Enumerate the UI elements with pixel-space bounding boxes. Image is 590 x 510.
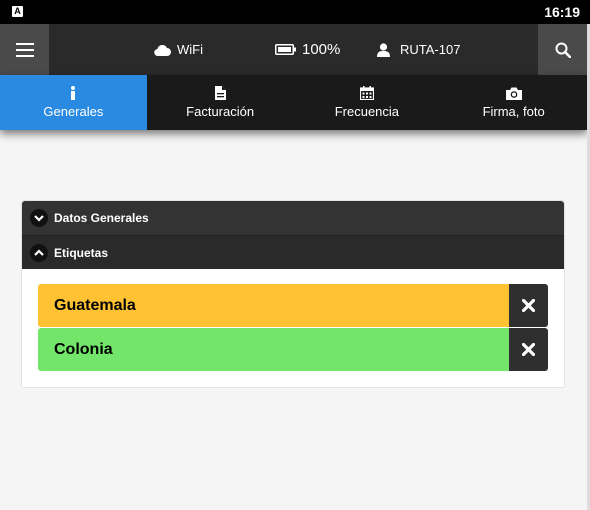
battery-icon xyxy=(275,44,296,55)
remove-tag-button[interactable] xyxy=(509,328,548,371)
user-icon xyxy=(377,42,390,57)
tab-label: Facturación xyxy=(186,104,255,119)
app-notification-icon: A xyxy=(12,6,23,17)
info-icon xyxy=(71,86,76,100)
search-icon xyxy=(555,42,571,58)
accordion-title: Etiquetas xyxy=(54,245,109,260)
cloud-icon xyxy=(154,44,171,56)
document-icon xyxy=(214,86,226,100)
tab-label: Generales xyxy=(43,104,104,119)
accordion-title: Datos Generales xyxy=(54,211,149,225)
detail-panel: Datos Generales Etiquetas Guatemala Colo… xyxy=(21,200,565,388)
top-bar: WiFi 100% RUTA-107 xyxy=(0,24,587,75)
tab-facturacion[interactable]: Facturación xyxy=(147,75,294,130)
close-icon xyxy=(522,299,535,312)
tag-item: Colonia xyxy=(38,328,548,371)
tag-label: Colonia xyxy=(38,328,509,371)
tab-label: Firma, foto xyxy=(482,103,545,119)
status-time: 16:19 xyxy=(544,4,580,20)
tab-generales[interactable]: Generales xyxy=(0,75,147,130)
battery-status: 100% xyxy=(275,24,340,75)
menu-button[interactable] xyxy=(0,24,49,75)
chevron-up-icon xyxy=(30,243,48,262)
wifi-status: WiFi xyxy=(154,24,203,75)
close-icon xyxy=(522,343,535,356)
tab-label: Frecuencia xyxy=(334,104,400,119)
hamburger-icon xyxy=(15,42,34,57)
tag-label: Guatemala xyxy=(38,284,509,327)
accordion-etiquetas[interactable]: Etiquetas xyxy=(22,235,564,269)
calendar-icon xyxy=(359,86,374,100)
tab-bar: Generales Facturación Frecuencia Firma, … xyxy=(0,75,587,130)
camera-icon xyxy=(505,87,522,100)
tag-list: Guatemala Colonia xyxy=(22,269,564,371)
search-button[interactable] xyxy=(538,24,587,75)
route-label: RUTA-107 xyxy=(400,42,461,57)
wifi-label: WiFi xyxy=(177,42,203,57)
tab-firma-foto[interactable]: Firma, foto xyxy=(440,75,587,130)
status-bar: A 16:19 xyxy=(0,0,590,24)
tab-frecuencia[interactable]: Frecuencia xyxy=(294,75,441,130)
remove-tag-button[interactable] xyxy=(509,284,548,327)
battery-label: 100% xyxy=(302,41,341,58)
accordion-datos-generales[interactable]: Datos Generales xyxy=(22,201,564,235)
chevron-down-icon xyxy=(30,209,48,227)
tag-item: Guatemala xyxy=(38,284,548,327)
route-status: RUTA-107 xyxy=(377,24,460,75)
